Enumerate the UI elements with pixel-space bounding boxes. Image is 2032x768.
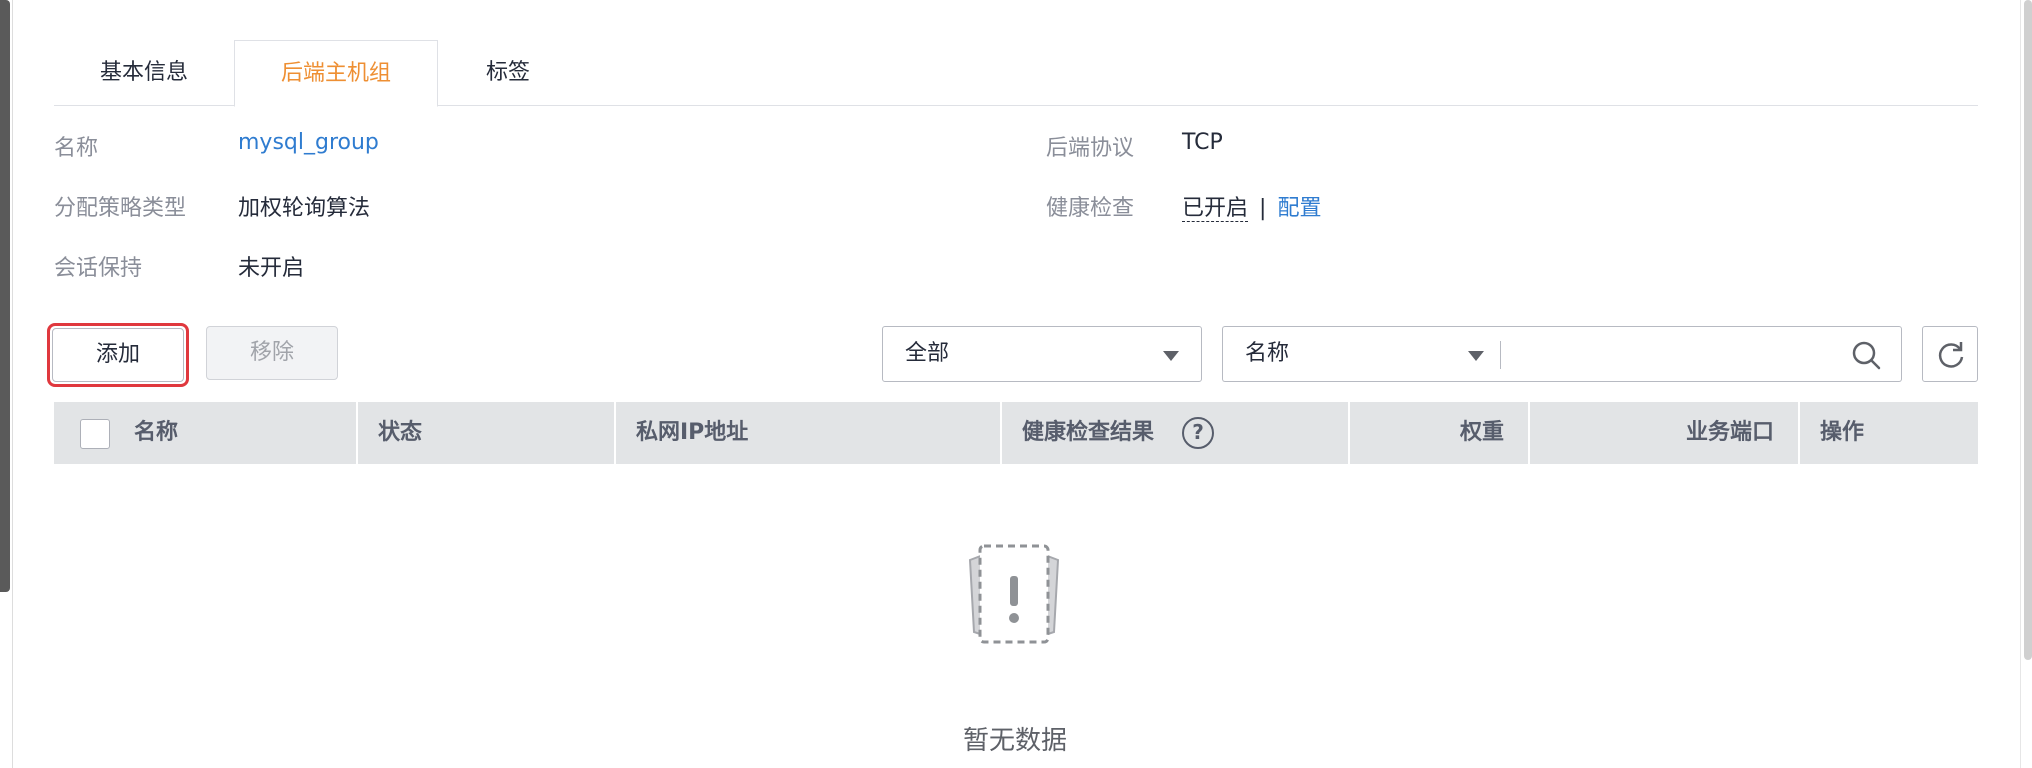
health-label: 健康检查 [1046, 196, 1135, 221]
select-all-checkbox[interactable] [80, 419, 110, 449]
add-button[interactable]: 添加 [52, 328, 184, 382]
remove-button: 移除 [206, 326, 338, 380]
left-scrollbar[interactable] [0, 0, 10, 592]
col-separator [1000, 402, 1002, 464]
session-label: 会话保持 [54, 256, 143, 281]
tab-tags[interactable]: 标签 [438, 40, 578, 106]
table-header: 名称 状态 私网IP地址 健康检查结果 ? 权重 业务端口 操作 [54, 402, 1978, 464]
empty-data-icon [968, 544, 1060, 644]
health-status-row: 已开启 | 配置 [1182, 190, 1321, 222]
health-config-link[interactable]: 配置 [1277, 196, 1321, 221]
protocol-label: 后端协议 [1046, 136, 1135, 161]
health-separator: | [1259, 196, 1267, 221]
left-border [12, 0, 13, 768]
col-service-port[interactable]: 业务端口 [1674, 402, 1774, 464]
tab-backend-host-group[interactable]: 后端主机组 [234, 40, 438, 107]
col-private-ip[interactable]: 私网IP地址 [636, 402, 748, 464]
col-health-result[interactable]: 健康检查结果 [1022, 402, 1154, 464]
search-icon[interactable] [1851, 340, 1881, 370]
caret-down-icon [1468, 351, 1484, 361]
col-separator [614, 402, 616, 464]
right-scrollbar[interactable] [2024, 0, 2032, 660]
search-box [1500, 326, 1902, 382]
question-circle-icon[interactable]: ? [1182, 417, 1214, 449]
empty-state-text: 暂无数据 [962, 726, 1067, 756]
right-scroll-track [2020, 0, 2021, 768]
search-input[interactable] [1508, 331, 1828, 377]
search-field-value: 名称 [1245, 341, 1290, 366]
search-field-select[interactable]: 名称 [1222, 326, 1502, 382]
tab-basic-info[interactable]: 基本信息 [54, 40, 234, 106]
tab-bar: 基本信息 后端主机组 标签 [54, 40, 1978, 107]
col-separator [1798, 402, 1800, 464]
refresh-icon [1938, 342, 1964, 368]
col-separator [1528, 402, 1530, 464]
col-status[interactable]: 状态 [378, 402, 422, 464]
session-value: 未开启 [238, 256, 305, 281]
protocol-value: TCP [1182, 130, 1223, 155]
name-value-link[interactable]: mysql_group [238, 130, 379, 155]
status-filter-value: 全部 [905, 341, 950, 366]
refresh-button[interactable] [1922, 326, 1978, 382]
col-name[interactable]: 名称 [134, 402, 178, 464]
col-separator [356, 402, 358, 464]
caret-down-icon [1163, 351, 1179, 361]
col-actions: 操作 [1820, 420, 1865, 445]
policy-value: 加权轮询算法 [238, 196, 371, 221]
status-filter-select[interactable]: 全部 [882, 326, 1202, 382]
name-label: 名称 [54, 136, 99, 161]
col-separator [1348, 402, 1350, 464]
col-weight[interactable]: 权重 [1454, 402, 1504, 464]
search-divider [1500, 341, 1501, 369]
policy-label: 分配策略类型 [54, 196, 187, 221]
health-status-value[interactable]: 已开启 [1182, 196, 1249, 222]
